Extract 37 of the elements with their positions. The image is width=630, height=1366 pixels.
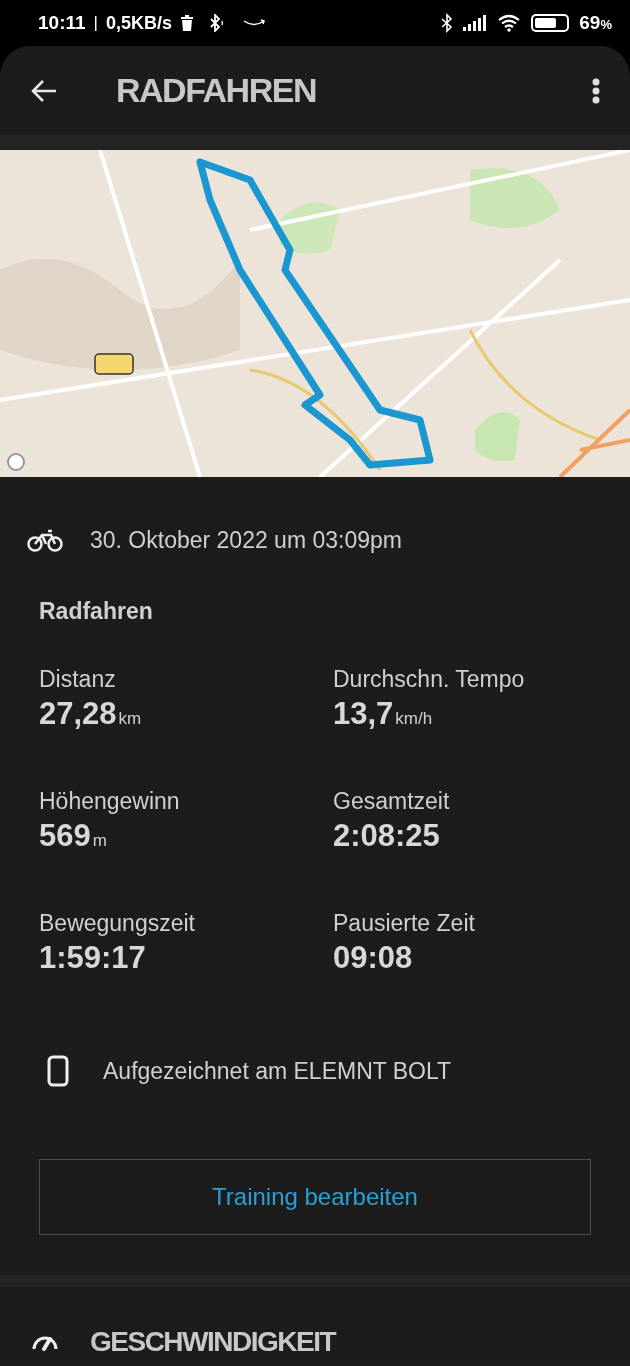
phone-icon <box>47 1055 69 1088</box>
bluetooth-icon <box>208 14 226 32</box>
stat-value: 27,28 <box>39 695 117 733</box>
network-speed: 0,5KB/s <box>105 11 172 35</box>
stat-value: 2:08:25 <box>333 817 440 855</box>
stat-label: Bewegungszeit <box>39 909 196 938</box>
battery-percent: 69 <box>579 10 601 35</box>
stat-label: Gesamtzeit <box>333 787 451 816</box>
trash-icon <box>180 15 194 31</box>
stat-label: Pausierte Zeit <box>333 909 476 938</box>
activity-name: Radfahren <box>39 597 153 624</box>
wifi-icon <box>497 14 522 32</box>
section-title: GESCHWINDIGKEIT <box>90 1324 336 1359</box>
battery-percent-unit: % <box>600 15 612 34</box>
signal-icon <box>463 15 488 31</box>
status-separator: | <box>93 12 98 35</box>
bicycle-icon <box>27 528 63 553</box>
bluetooth-icon <box>441 13 454 33</box>
activity-date: 30. Oktober 2022 um 03:09pm <box>90 526 402 555</box>
stat-label: Höhengewinn <box>39 787 181 816</box>
back-arrow-icon[interactable] <box>30 78 58 103</box>
stat-unit: m <box>92 830 107 852</box>
stat-unit: km <box>118 708 142 730</box>
stat-value: 1:59:17 <box>39 939 146 977</box>
stat-value: 569 <box>39 817 91 855</box>
stat-value: 09:08 <box>333 939 413 977</box>
stat-label: Distanz <box>39 665 117 694</box>
stat-label: Durchschn. Tempo <box>333 665 526 694</box>
more-menu-icon[interactable] <box>592 77 600 104</box>
device-info: Aufgezeichnet am ELEMNT BOLT <box>103 1057 452 1086</box>
battery-icon <box>531 14 570 32</box>
stat-value: 13,7 <box>333 695 394 733</box>
status-time: 10:11 <box>38 10 86 35</box>
edit-training-button[interactable]: Training bearbeiten <box>39 1158 591 1235</box>
stat-unit: km/h <box>395 708 433 730</box>
page-title: RADFAHREN <box>116 70 317 111</box>
smile-arrow-icon <box>242 18 266 28</box>
